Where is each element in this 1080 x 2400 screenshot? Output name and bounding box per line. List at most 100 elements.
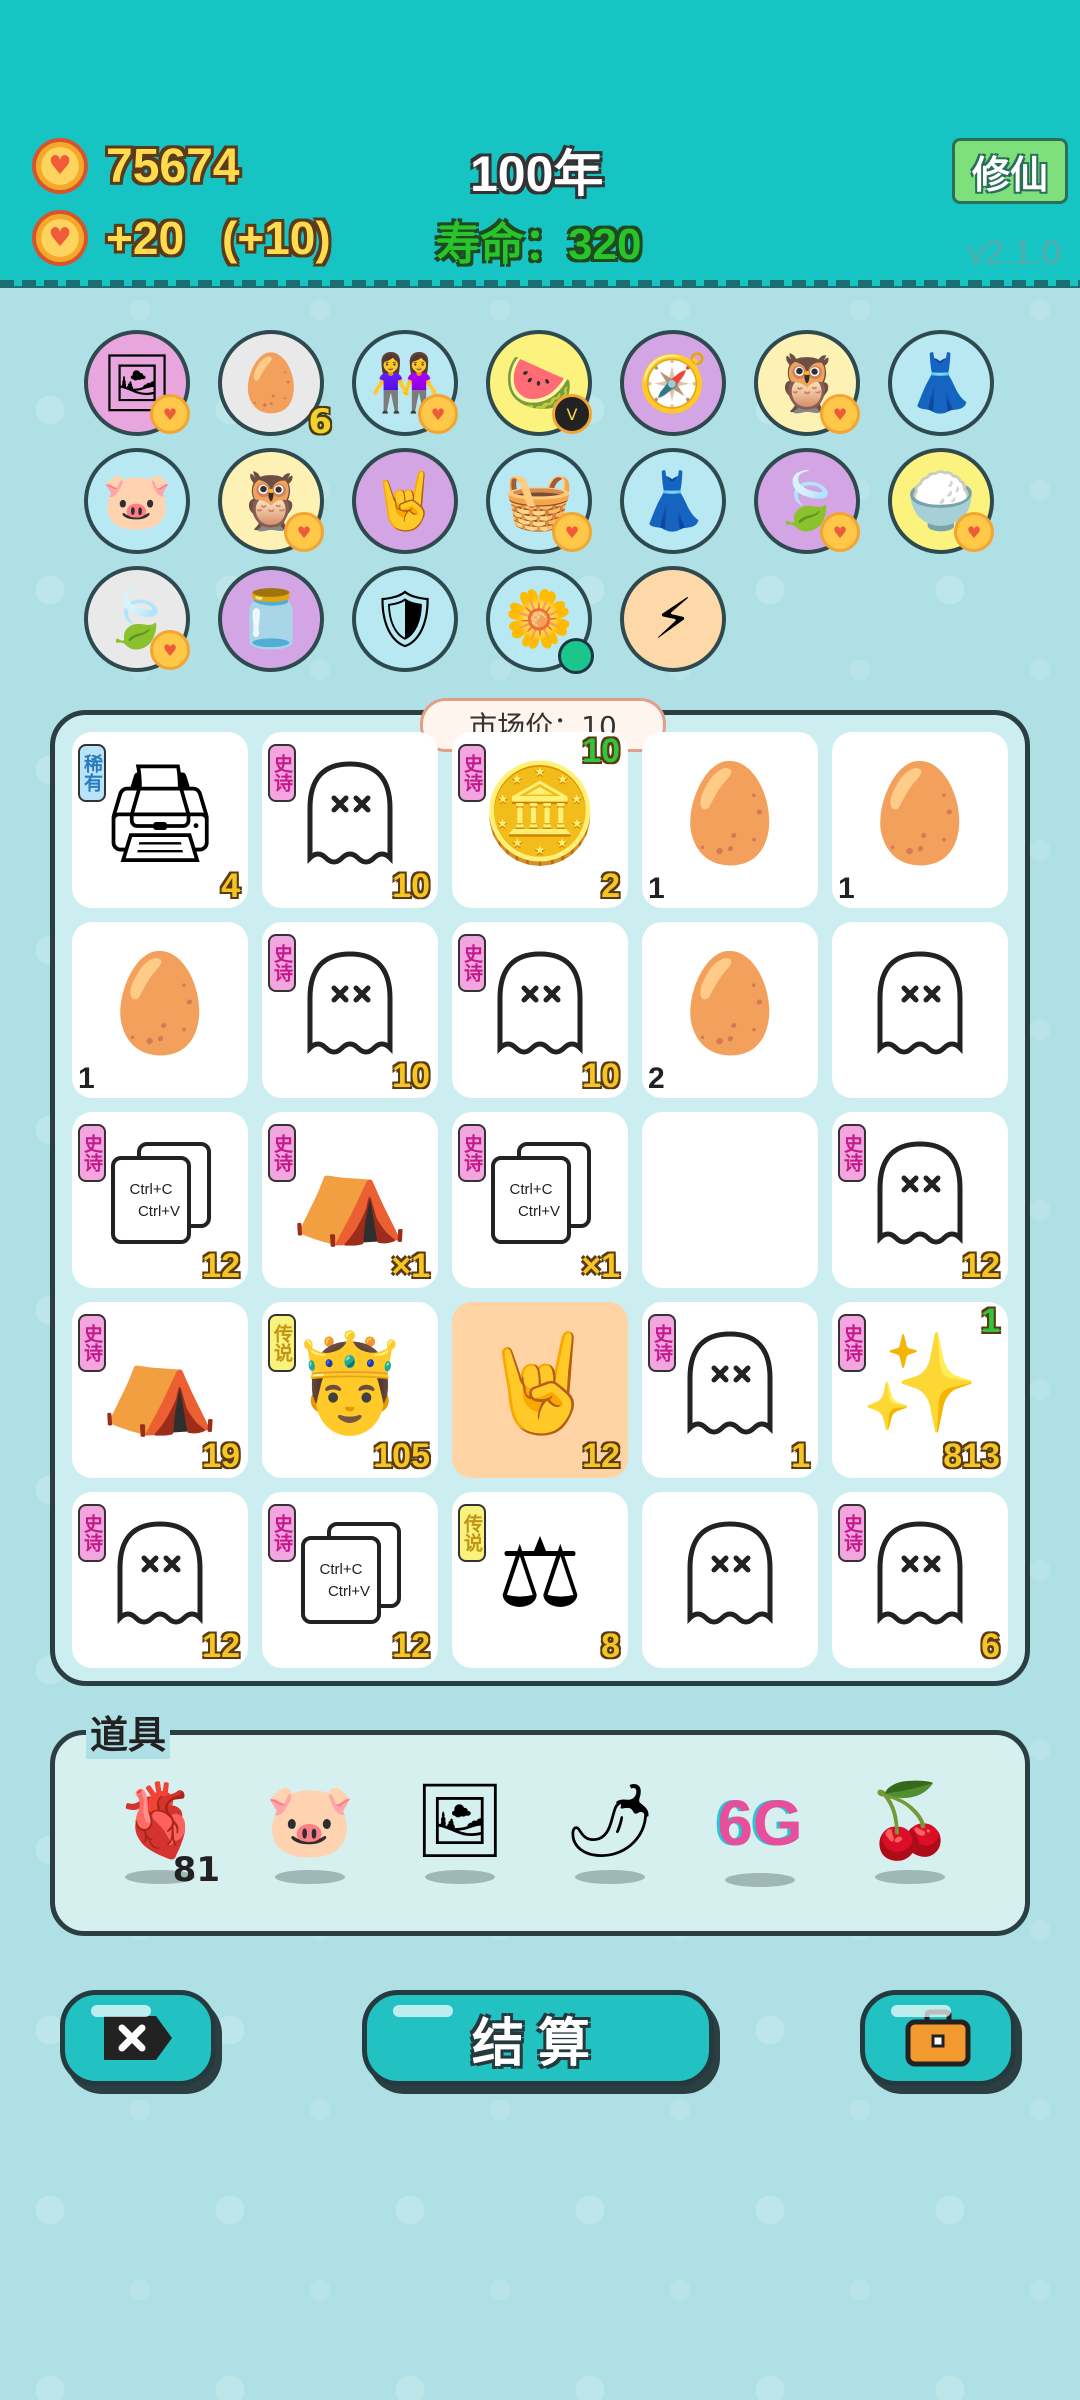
rarity-tag: 史诗	[838, 1504, 866, 1562]
coin-total-value: 75674	[106, 139, 240, 193]
board-cell-ghost-icon[interactable]: 史诗 10	[262, 732, 438, 908]
item-shadow	[425, 1870, 495, 1884]
item-count: 4	[221, 867, 240, 905]
board-cell-ghost-icon[interactable]	[832, 922, 1008, 1098]
lifespan-label: 寿命：	[436, 220, 568, 269]
pleated-skirt-icon[interactable]: 👗	[888, 330, 994, 436]
item-shadow	[275, 1870, 345, 1884]
item-count: ×1	[581, 1247, 620, 1285]
board-cell-egg-icon[interactable]: 🥚 2	[642, 922, 818, 1098]
board-cell-balance-scale-icon[interactable]: ⚖ 传说 8	[452, 1492, 628, 1668]
item-lychee-icon[interactable]: 🍒	[850, 1770, 970, 1910]
bonus-count: 1	[981, 1302, 1000, 1340]
settle-label: 结算	[471, 2013, 604, 2074]
item-count: ×1	[391, 1247, 430, 1285]
rarity-tag: 史诗	[648, 1314, 676, 1372]
rarity-tag: 史诗	[838, 1124, 866, 1182]
fruit-basket-icon[interactable]: 🧺 ♥	[486, 448, 592, 554]
rarity-tag: 稀有	[78, 744, 106, 802]
piggy-bank-icon[interactable]: 🐷	[84, 448, 190, 554]
item-count: 1	[791, 1437, 810, 1475]
board-cell-rock-hand-icon[interactable]: 🤘 12	[452, 1302, 628, 1478]
board-cell-bunny-tent-icon[interactable]: ⛺ 史诗 ×1	[262, 1112, 438, 1288]
settle-button[interactable]: 结算	[362, 1990, 714, 2086]
board-cell-ghost-icon[interactable]: 史诗 6	[832, 1492, 1008, 1668]
rarity-tag: 史诗	[78, 1504, 106, 1562]
item-chili-pepper-icon[interactable]: 🌶	[550, 1770, 670, 1910]
fruit-bowl-icon[interactable]: 🍉 V	[486, 330, 592, 436]
leaf-icon[interactable]: 🍃 ♥	[84, 566, 190, 672]
rarity-tag: 史诗	[838, 1314, 866, 1372]
board-cell-ghost-icon[interactable]: 史诗 1	[642, 1302, 818, 1478]
owl-icon[interactable]: 🦉 ♥	[754, 330, 860, 436]
item-liver-icon[interactable]: 🫀 81	[100, 1770, 220, 1910]
top-status-bar: ♥ 75674 ♥ +20 (+10) 100年 寿命：320 修仙 v2.1.…	[0, 0, 1080, 288]
board-cell-ghost-icon[interactable]: 史诗 12	[832, 1112, 1008, 1288]
lifespan-value: 320	[568, 220, 642, 269]
milk-jar-icon[interactable]: 🫙	[218, 566, 324, 672]
svg-text:Ctrl+C: Ctrl+C	[320, 1561, 363, 1578]
svg-text:Ctrl+V: Ctrl+V	[138, 1203, 180, 1220]
owl-icon[interactable]: 🦉 ♥	[218, 448, 324, 554]
item-piggy-bank-icon[interactable]: 🐷	[250, 1770, 370, 1910]
item-shadow	[575, 1870, 645, 1884]
heart-coin-icon: ♥	[150, 630, 190, 670]
rarity-tag: 史诗	[458, 744, 486, 802]
heart-coin-icon: ♥	[284, 512, 324, 552]
bonus-count: 10	[582, 732, 620, 770]
board-cell-printer-icon[interactable]: 🖨 稀有 4	[72, 732, 248, 908]
rock-hand-icon[interactable]: 🤘	[352, 448, 458, 554]
board-cell-ghost-icon[interactable]: 史诗 12	[72, 1492, 248, 1668]
board-cell-empty-slot[interactable]	[642, 1112, 818, 1288]
shield-wrench-icon[interactable]: 🛡	[352, 566, 458, 672]
board-cell-copy-paste-icon[interactable]: Ctrl+C Ctrl+V 史诗 ×1	[452, 1112, 628, 1288]
exit-button[interactable]	[60, 1990, 216, 2086]
heart-coin-icon: ♥	[820, 394, 860, 434]
inventory-button[interactable]	[860, 1990, 1016, 2086]
egg-carton-icon[interactable]: 🥚 6	[218, 330, 332, 442]
picture-frame-icon: 🖼	[414, 1778, 506, 1862]
board-cell-ghost-icon[interactable]	[642, 1492, 818, 1668]
heart-coin-icon: ♥	[150, 394, 190, 434]
rarity-tag: 史诗	[78, 1124, 106, 1182]
lightning-icon[interactable]: ⚡	[620, 566, 726, 672]
board-cell-coin-pie-icon[interactable]: 🪙 史诗 2 10	[452, 732, 628, 908]
heart-coin-icon: ♥	[552, 512, 592, 552]
svg-text:Ctrl+V: Ctrl+V	[518, 1203, 560, 1220]
income-value: +20	[106, 212, 185, 264]
button-shine	[91, 2005, 151, 2017]
potted-flower-icon[interactable]: 🌼	[486, 566, 594, 674]
leaf-icon[interactable]: 🍃 ♥	[754, 448, 860, 554]
board-cell-ghost-icon[interactable]: 史诗 10	[262, 922, 438, 1098]
cultivate-button[interactable]: 修仙	[952, 138, 1068, 204]
board-cell-bunny-tent-icon[interactable]: ⛺ 史诗 19	[72, 1302, 248, 1478]
compass-icon[interactable]: 🧭	[620, 330, 726, 436]
heart-coin-icon: ♥	[418, 394, 458, 434]
header-divider	[0, 280, 1080, 286]
board-cell-egg-icon[interactable]: 🥚 1	[642, 732, 818, 908]
board-cell-egg-icon[interactable]: 🥚 1	[72, 922, 248, 1098]
portrait-frame-icon[interactable]: 🖼 ♥	[84, 330, 190, 436]
rice-bowl-icon[interactable]: 🍚 ♥	[888, 448, 994, 554]
egg-icon: 🥚	[860, 757, 980, 869]
board-cell-ghost-icon[interactable]: 史诗 10	[452, 922, 628, 1098]
svg-text:Ctrl+C: Ctrl+C	[510, 1181, 553, 1198]
rarity-tag: 史诗	[458, 934, 486, 992]
board-cell-egg-icon[interactable]: 🥚 1	[832, 732, 1008, 908]
board-cell-crowned-man-icon[interactable]: 🤴 传说 105	[262, 1302, 438, 1478]
rarity-tag: 史诗	[268, 1504, 296, 1562]
svg-text:Ctrl+V: Ctrl+V	[328, 1583, 370, 1600]
item-level: 1	[838, 872, 855, 905]
board-cell-sparkle-coins-icon[interactable]: ✨ 史诗 813 1	[832, 1302, 1008, 1478]
item-picture-frame-icon[interactable]: 🖼	[400, 1770, 520, 1910]
board-cell-copy-paste-icon[interactable]: Ctrl+C Ctrl+V 史诗 12	[262, 1492, 438, 1668]
item-shadow	[875, 1870, 945, 1884]
rock-hand-icon: 🤘	[480, 1327, 600, 1439]
item-6g-icon[interactable]: 6G	[700, 1770, 820, 1910]
pleated-skirt-icon[interactable]: 👗	[620, 448, 726, 554]
piggy-bank-icon: 🐷	[265, 1778, 355, 1862]
twins-icon[interactable]: 👭 ♥	[352, 330, 458, 436]
rarity-tag: 史诗	[78, 1314, 106, 1372]
board-cell-copy-paste-icon[interactable]: Ctrl+C Ctrl+V 史诗 12	[72, 1112, 248, 1288]
heart-coin-icon: ♥	[32, 138, 88, 194]
